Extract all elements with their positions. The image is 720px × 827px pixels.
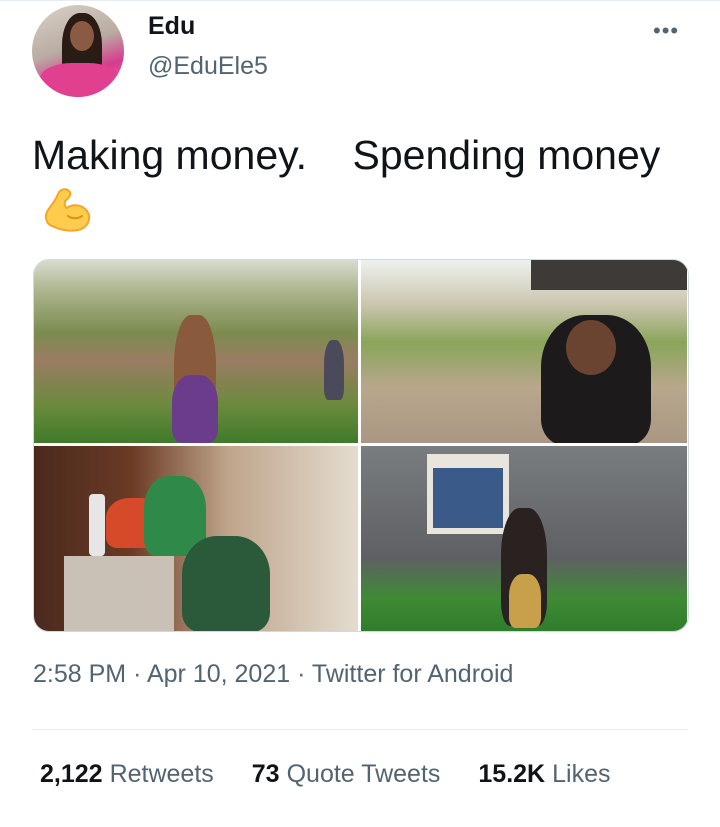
avatar-clothing bbox=[40, 63, 120, 97]
divider bbox=[33, 729, 687, 730]
flexed-biceps-icon bbox=[44, 188, 91, 232]
likes-label: Likes bbox=[552, 760, 611, 788]
retweets-label: Retweets bbox=[109, 760, 214, 788]
tweet-source[interactable]: Twitter for Android bbox=[312, 660, 513, 688]
media-grid[interactable] bbox=[33, 259, 689, 632]
user-handle[interactable]: @EduEle5 bbox=[148, 52, 268, 81]
tweet-text: Making money. Spending money bbox=[32, 128, 682, 238]
quotes-label: Quote Tweets bbox=[286, 760, 441, 788]
retweets-stat[interactable]: 2,122 Retweets bbox=[40, 760, 214, 789]
avatar-face bbox=[70, 21, 94, 51]
photo-tree-shade[interactable] bbox=[361, 260, 687, 443]
tweet-body: Making money. Spending money bbox=[32, 132, 661, 178]
tweet-timestamp[interactable]: 2:58 PM · Apr 10, 2021 · Twitter for And… bbox=[33, 660, 513, 689]
retweets-count: 2,122 bbox=[40, 760, 103, 788]
separator: · bbox=[297, 660, 306, 688]
top-border bbox=[0, 0, 720, 1]
photo-farm-field[interactable] bbox=[34, 260, 358, 443]
engagement-stats: 2,122 Retweets 73 Quote Tweets 15.2K Likes bbox=[40, 760, 610, 789]
more-options-icon[interactable]: ••• bbox=[653, 18, 679, 44]
photo-indoor-basin[interactable] bbox=[34, 446, 358, 631]
quotes-count: 73 bbox=[251, 760, 280, 788]
separator: · bbox=[133, 660, 142, 688]
likes-stat[interactable]: 15.2K Likes bbox=[478, 760, 610, 789]
user-name[interactable]: Edu bbox=[148, 12, 195, 41]
likes-count: 15.2K bbox=[478, 760, 546, 788]
avatar[interactable] bbox=[32, 5, 124, 97]
photo-building-lawn[interactable] bbox=[361, 446, 687, 631]
tweet-time: 2:58 PM bbox=[33, 660, 127, 688]
tweet-date: Apr 10, 2021 bbox=[146, 660, 291, 688]
quote-tweets-stat[interactable]: 73 Quote Tweets bbox=[252, 760, 441, 789]
